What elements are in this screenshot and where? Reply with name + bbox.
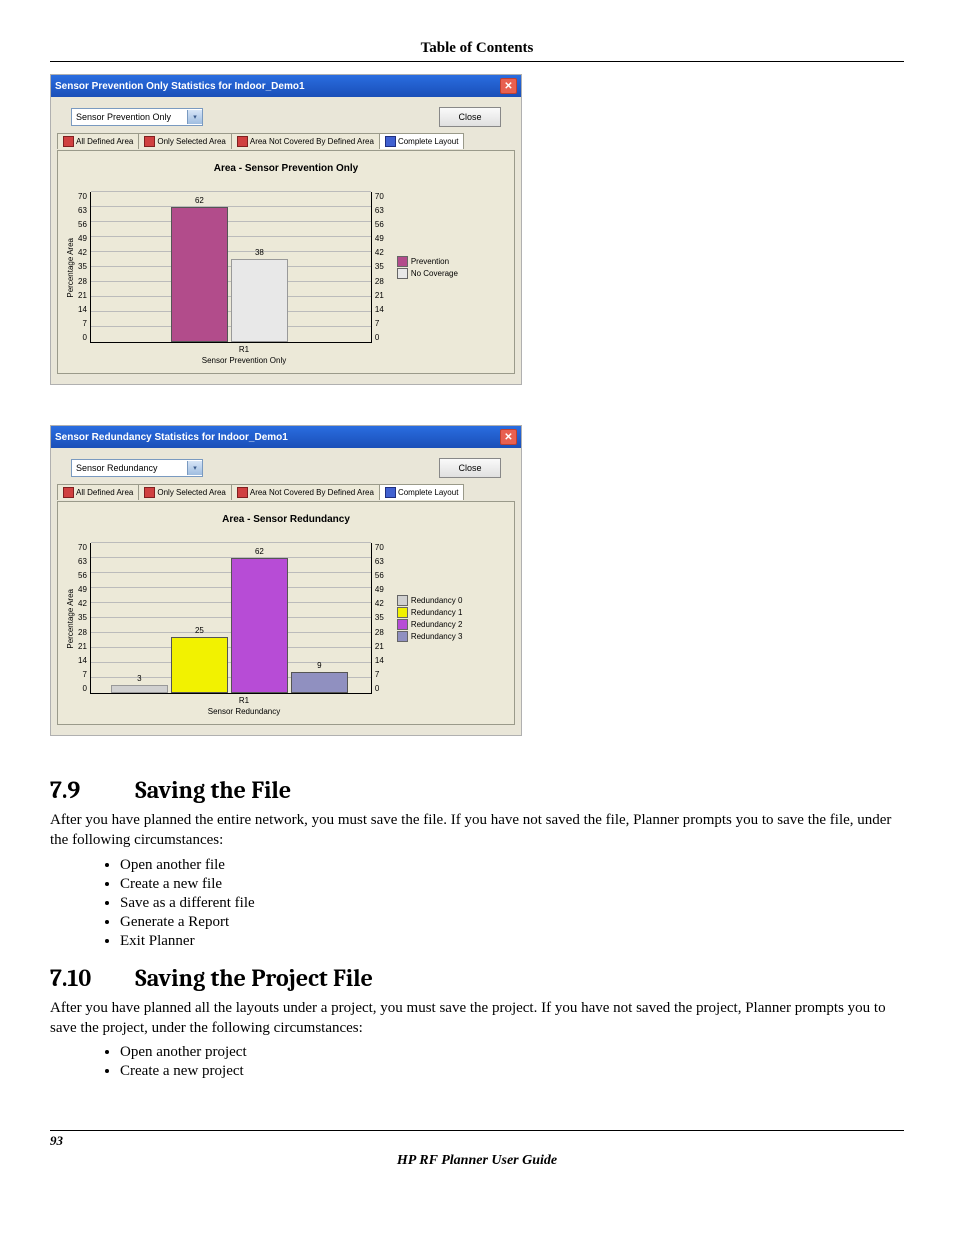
section-title: Saving the Project File	[135, 964, 373, 992]
dialog-title: Sensor Redundancy Statistics for Indoor_…	[55, 432, 288, 443]
chart-title: Area - Sensor Prevention Only	[64, 163, 508, 174]
close-button[interactable]: Close	[439, 458, 501, 478]
dialog-titlebar: Sensor Prevention Only Statistics for In…	[51, 75, 521, 97]
xaxis-labels: R1 Sensor Prevention Only	[104, 345, 384, 365]
tab-icon	[237, 487, 248, 498]
tab-icon	[237, 136, 248, 147]
list-item: Create a new file	[120, 876, 904, 893]
dialog-sensor-redundancy: Sensor Redundancy Statistics for Indoor_…	[50, 425, 522, 736]
chevron-down-icon: ▾	[187, 461, 202, 475]
tab-icon	[144, 487, 155, 498]
page-number: 93	[50, 1133, 904, 1149]
dialog-toolbar: Sensor Prevention Only ▾ Close	[51, 97, 521, 133]
select-value: Sensor Redundancy	[72, 463, 187, 473]
chevron-down-icon: ▾	[187, 110, 202, 124]
tab-icon	[385, 136, 396, 147]
dialog-toolbar: Sensor Redundancy ▾ Close	[51, 448, 521, 484]
view-select[interactable]: Sensor Prevention Only ▾	[71, 108, 203, 126]
tab-content: Area - Sensor Redundancy Percentage Area…	[57, 501, 515, 725]
dialog-titlebar: Sensor Redundancy Statistics for Indoor_…	[51, 426, 521, 448]
yaxis-ticks-right: 70635649423528211470	[372, 192, 387, 342]
select-value: Sensor Prevention Only	[72, 112, 187, 122]
tab-only-selected-area[interactable]: Only Selected Area	[138, 484, 231, 500]
tab-all-defined-area[interactable]: All Defined Area	[57, 484, 139, 500]
page-header: Table of Contents	[50, 40, 904, 62]
window-close-icon[interactable]: ✕	[500, 78, 517, 94]
list-item: Open another file	[120, 857, 904, 874]
page-footer: 93 HP RF Planner User Guide	[50, 1130, 904, 1169]
list-item: Generate a Report	[120, 914, 904, 931]
footer-title: HP RF Planner User Guide	[50, 1153, 904, 1169]
tab-icon	[63, 487, 74, 498]
section-7-10-list: Open another project Create a new project	[120, 1044, 904, 1080]
tab-content: Area - Sensor Prevention Only Percentage…	[57, 150, 515, 374]
yaxis-ticks-right: 70635649423528211470	[372, 543, 387, 693]
plot-area: 325629	[90, 543, 372, 694]
yaxis-label: Percentage Area	[64, 238, 75, 298]
tabs: All Defined Area Only Selected Area Area…	[51, 484, 521, 501]
chart-title: Area - Sensor Redundancy	[64, 514, 508, 525]
tab-icon	[63, 136, 74, 147]
yaxis-ticks-left: 70635649423528211470	[75, 543, 90, 693]
chart-legend: PreventionNo Coverage	[397, 255, 458, 280]
tab-icon	[144, 136, 155, 147]
section-7-9-para: After you have planned the entire networ…	[50, 810, 904, 851]
section-7-9-list: Open another file Create a new file Save a…	[120, 857, 904, 950]
list-item: Exit Planner	[120, 933, 904, 950]
chart-area: Percentage Area 70635649423528211470 623…	[64, 192, 508, 343]
tab-all-defined-area[interactable]: All Defined Area	[57, 133, 139, 149]
tab-complete-layout[interactable]: Complete Layout	[379, 484, 464, 500]
section-number: 7.10	[50, 964, 130, 992]
xaxis-labels: R1 Sensor Redundancy	[104, 696, 384, 716]
section-7-10-heading: 7.10 Saving the Project File	[50, 964, 904, 992]
dialog-sensor-prevention: Sensor Prevention Only Statistics for In…	[50, 74, 522, 385]
list-item: Save as a different file	[120, 895, 904, 912]
tab-only-selected-area[interactable]: Only Selected Area	[138, 133, 231, 149]
section-7-10-para: After you have planned all the layouts u…	[50, 998, 904, 1039]
yaxis-label: Percentage Area	[64, 589, 75, 649]
plot-area: 6238	[90, 192, 372, 343]
tab-complete-layout[interactable]: Complete Layout	[379, 133, 464, 149]
chart-legend: Redundancy 0Redundancy 1Redundancy 2Redu…	[397, 594, 463, 643]
window-close-icon[interactable]: ✕	[500, 429, 517, 445]
section-7-9-heading: 7.9 Saving the File	[50, 776, 904, 804]
list-item: Create a new project	[120, 1063, 904, 1080]
yaxis-ticks-left: 70635649423528211470	[75, 192, 90, 342]
tab-icon	[385, 487, 396, 498]
section-number: 7.9	[50, 776, 130, 804]
dialog-title: Sensor Prevention Only Statistics for In…	[55, 81, 305, 92]
view-select[interactable]: Sensor Redundancy ▾	[71, 459, 203, 477]
chart-area: Percentage Area 70635649423528211470 325…	[64, 543, 508, 694]
tab-area-not-covered[interactable]: Area Not Covered By Defined Area	[231, 133, 380, 149]
section-title: Saving the File	[135, 776, 291, 804]
list-item: Open another project	[120, 1044, 904, 1061]
close-button[interactable]: Close	[439, 107, 501, 127]
tab-area-not-covered[interactable]: Area Not Covered By Defined Area	[231, 484, 380, 500]
tabs: All Defined Area Only Selected Area Area…	[51, 133, 521, 150]
